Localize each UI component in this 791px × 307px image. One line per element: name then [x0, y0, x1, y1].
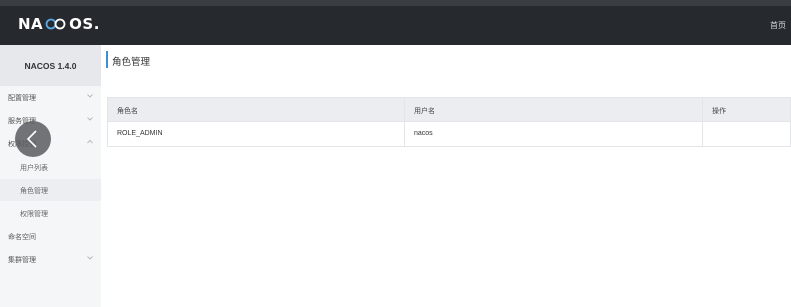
column-header-role: 角色名 [108, 98, 405, 122]
sidebar-item-label: 集群管理 [8, 257, 36, 264]
sidebar-item-label: 命名空间 [8, 234, 36, 241]
nacos-logo[interactable]: NA OS . [18, 15, 100, 33]
logo-text-left: NA [18, 15, 44, 33]
chevron-up-icon [87, 139, 93, 144]
column-header-username: 用户名 [405, 98, 703, 122]
chevron-down-icon [87, 117, 93, 121]
sidebar-item-cluster[interactable]: 集群管理 [0, 248, 101, 270]
version-label: NACOS 1.4.0 [0, 45, 101, 86]
logo-rings-icon [44, 18, 68, 30]
chevron-down-icon [87, 256, 93, 260]
title-accent-bar [106, 51, 108, 68]
logo-dot: . [93, 15, 100, 33]
sidebar-subitem-label: 权限管理 [20, 211, 48, 218]
chevron-left-icon [26, 130, 37, 148]
table-row: ROLE_ADMIN nacos [108, 122, 790, 146]
back-button[interactable] [15, 121, 51, 157]
sidebar-subitem-role-management[interactable]: 角色管理 [0, 179, 101, 201]
sidebar-subitem-user-list[interactable]: 用户列表 [0, 156, 101, 178]
page-title: 角色管理 [112, 57, 151, 68]
roles-table: 角色名 用户名 操作 ROLE_ADMIN nacos [107, 97, 791, 147]
cell-actions [703, 122, 791, 146]
table-header: 角色名 用户名 操作 [108, 98, 790, 122]
column-header-actions: 操作 [712, 108, 726, 115]
home-link[interactable]: 首页 [770, 20, 786, 31]
main-content: 角色管理 角色名 用户名 操作 ROLE_ADMIN nacos [101, 45, 791, 307]
chevron-down-icon [87, 94, 93, 98]
top-header: NA OS . 首页 [0, 6, 791, 45]
cell-role: ROLE_ADMIN [108, 122, 405, 146]
sidebar-item-namespace[interactable]: 命名空间 [0, 225, 101, 247]
sidebar-subitem-label: 角色管理 [20, 188, 48, 195]
sidebar: NACOS 1.4.0 配置管理 服务管理 权限控制 用户列表 角色管理 权限管… [0, 45, 101, 307]
cell-username: nacos [405, 122, 703, 146]
sidebar-item-config[interactable]: 配置管理 [0, 86, 101, 108]
logo-text-right: OS [69, 15, 94, 33]
sidebar-item-label: 配置管理 [8, 95, 36, 102]
sidebar-subitem-permission-management[interactable]: 权限管理 [0, 202, 101, 224]
sidebar-subitem-label: 用户列表 [20, 165, 48, 172]
